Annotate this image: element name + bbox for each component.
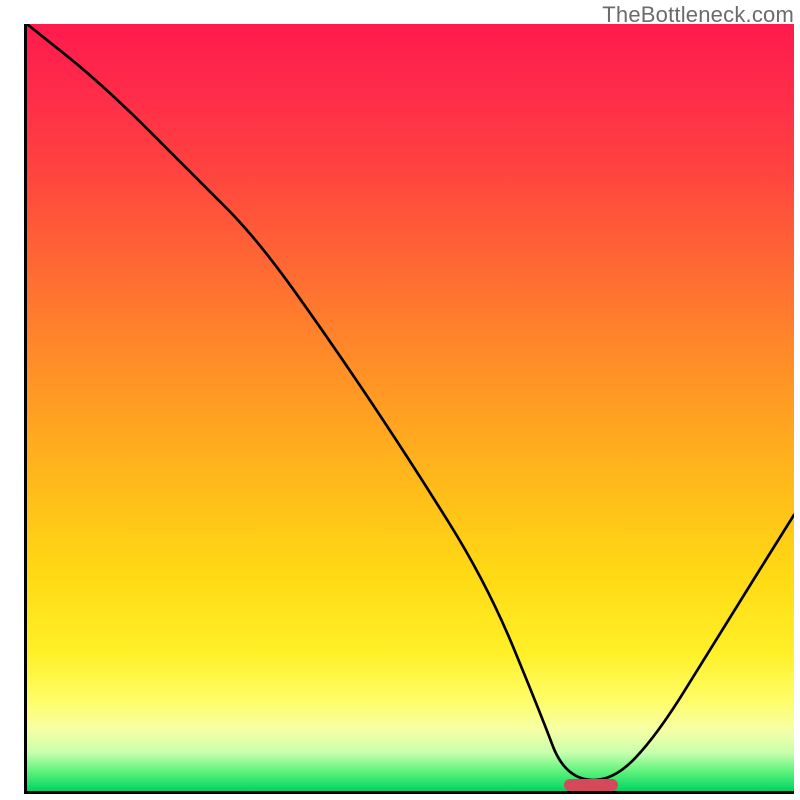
- heat-gradient-background: [27, 24, 794, 791]
- plot-area: [24, 24, 794, 794]
- chart-stage: TheBottleneck.com: [0, 0, 800, 800]
- optimal-range-marker: [564, 779, 618, 791]
